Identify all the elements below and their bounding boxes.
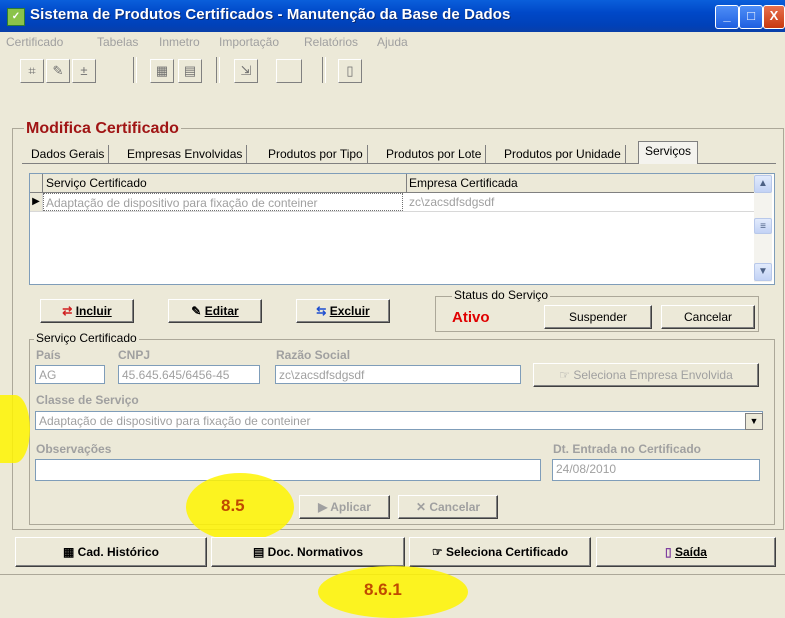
services-grid[interactable]: Serviço Certificado Empresa Certificada … [29,173,775,285]
scroll-thumb[interactable]: ≡ [754,218,772,234]
title-bar: ✓ Sistema de Produtos Certificados - Man… [0,0,785,32]
toolbar-edit-icon[interactable]: ✎ [46,59,70,83]
tab-produtos-unidade[interactable]: Produtos por Unidade [500,145,626,163]
apply-icon: ▶ [318,500,328,514]
delete-icon: ⇆ [316,304,327,318]
toolbar-separator [322,57,326,83]
toolbar-blank-button[interactable] [276,59,302,83]
tab-dados-gerais[interactable]: Dados Gerais [27,145,110,163]
minimize-button[interactable]: _ [715,5,739,29]
menu-tabelas[interactable]: Tabelas [97,35,138,49]
menu-relatorios[interactable]: Relatórios [304,35,358,49]
menu-bar: Certificado Tabelas Inmetro Importação R… [0,32,785,52]
cell-empresa[interactable]: zc\zacsdfsdgsdf [407,193,754,211]
seleciona-certificado-button[interactable]: ☞ Seleciona Certificado [409,537,591,567]
aplicar-button[interactable]: ▶ Aplicar [299,495,390,519]
pais-field[interactable]: AG [35,365,105,384]
excluir-button[interactable]: ⇆ Excluir [296,299,390,323]
suspender-button[interactable]: Suspender [544,305,652,329]
classe-label: Classe de Serviço [36,393,139,407]
group-title: Modifica Certificado [24,120,181,138]
toolbar-grid-icon[interactable]: ▦ [150,59,174,83]
tab-empresas-envolvidas[interactable]: Empresas Envolvidas [123,145,248,163]
window-title: Sistema de Produtos Certificados - Manut… [30,6,511,23]
scroll-up-icon[interactable]: ▲ [754,175,772,193]
menu-importacao[interactable]: Importação [219,35,279,49]
toolbar-new-icon[interactable]: ⌗ [20,59,44,83]
documents-icon: ▤ [252,545,265,559]
highlight-marker [0,395,30,463]
grid-scrollbar[interactable]: ▲ ≡ ▼ [754,174,772,282]
cad-historico-button[interactable]: ▦ Cad. Histórico [15,537,207,567]
editar-button[interactable]: ✎ Editar [168,299,262,323]
table-icon: ▦ [62,545,75,559]
exit-door-icon: ▯ [665,545,672,559]
tab-produtos-lote[interactable]: Produtos por Lote [382,145,487,163]
row-indicator-icon: ▶ [30,193,43,211]
toolbar-import-icon[interactable]: ⇲ [234,59,258,83]
annotation-8-5-label: 8.5 [221,496,245,515]
incluir-button[interactable]: ⇄ Incluir [40,299,134,323]
chevron-down-icon[interactable]: ▼ [745,413,763,430]
servico-frame-title: Serviço Certificado [34,331,139,345]
obs-label: Observações [36,442,112,456]
classe-select[interactable]: Adaptação de dispositivo para fixação de… [35,411,763,430]
status-value: Ativo [452,309,490,326]
column-header-empresa[interactable]: Empresa Certificada [407,174,754,192]
app-icon: ✓ [7,8,25,26]
seleciona-empresa-button[interactable]: ☞ Seleciona Empresa Envolvida [533,363,759,387]
data-entrada-label: Dt. Entrada no Certificado [553,442,702,456]
menu-certificado[interactable]: Certificado [6,35,63,49]
razao-label: Razão Social [276,348,351,362]
pointing-hand-icon: ☞ [431,545,443,559]
observacoes-field[interactable] [35,459,541,481]
status-frame-title: Status do Serviço [452,288,551,302]
table-row[interactable]: ▶ Adaptação de dispositivo para fixação … [30,193,754,212]
menu-inmetro[interactable]: Inmetro [159,35,200,49]
toolbar-delete-icon[interactable]: ± [72,59,96,83]
column-header-servico[interactable]: Serviço Certificado [43,174,407,192]
doc-normativos-button[interactable]: ▤ Doc. Normativos [211,537,405,567]
saida-button[interactable]: ▯ Saída [596,537,776,567]
scroll-down-icon[interactable]: ▼ [754,263,772,281]
edit-icon: ✎ [191,304,202,318]
grid-header: Serviço Certificado Empresa Certificada [30,174,754,193]
cell-servico[interactable]: Adaptação de dispositivo para fixação de… [43,193,403,211]
toolbar-list-icon[interactable]: ▤ [178,59,202,83]
tab-produtos-tipo[interactable]: Produtos por Tipo [264,145,368,163]
maximize-button[interactable]: □ [739,5,763,29]
menu-ajuda[interactable]: Ajuda [377,35,408,49]
tab-servicos[interactable]: Serviços [638,141,699,164]
pointing-hand-icon: ☞ [559,368,570,382]
servico-cancelar-button[interactable]: ✕ Cancelar [398,495,498,519]
cancel-x-icon: ✕ [415,500,426,514]
grid-indicator-header [30,174,43,192]
toolbar-exit-icon[interactable]: ▯ [338,59,362,83]
pais-label: País [36,348,61,362]
toolbar-separator [133,57,137,83]
close-button[interactable]: X [763,5,785,29]
annotation-8-6-1-label: 8.6.1 [364,580,402,599]
cnpj-field[interactable]: 45.645.645/6456-45 [118,365,260,384]
data-entrada-field[interactable]: 24/08/2010 [552,459,760,481]
status-cancelar-button[interactable]: Cancelar [661,305,755,329]
toolbar-separator [216,57,220,83]
cnpj-label: CNPJ [118,348,151,362]
razao-field[interactable]: zc\zacsdfsdgsdf [275,365,521,384]
add-icon: ⇄ [62,304,73,318]
